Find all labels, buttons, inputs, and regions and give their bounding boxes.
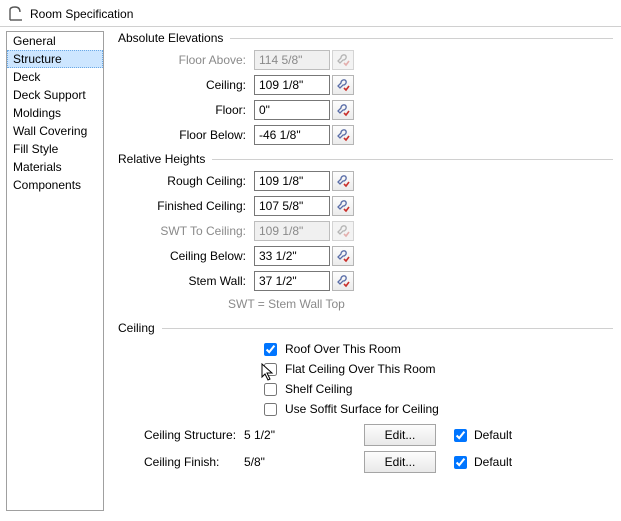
row-swt-to-ceiling: SWT To Ceiling: — [146, 220, 613, 242]
label-default-finish: Default — [474, 455, 512, 469]
window-title: Room Specification — [30, 7, 133, 21]
value-ceiling-finish: 5/8" — [244, 455, 332, 469]
input-finished-ceiling[interactable] — [254, 196, 330, 216]
row-ceiling-structure: Ceiling Structure: 5 1/2" Edit... Defaul… — [118, 423, 613, 447]
input-floor-below[interactable] — [254, 125, 330, 145]
wrench-floor[interactable] — [332, 100, 354, 120]
label-swt-to-ceiling: SWT To Ceiling: — [146, 224, 254, 238]
sidebar-item-deck[interactable]: Deck — [7, 68, 103, 86]
wrench-ceiling-below[interactable] — [332, 246, 354, 266]
label-floor-above: Floor Above: — [146, 53, 254, 67]
wrench-swt-to-ceiling — [332, 221, 354, 241]
group-relative: Relative Heights Rough Ceiling: Finished… — [118, 152, 613, 315]
row-floor-below: Floor Below: — [146, 124, 613, 146]
sidebar-item-deck-support[interactable]: Deck Support — [7, 86, 103, 104]
label-flat-ceiling: Flat Ceiling Over This Room — [285, 362, 436, 376]
check-shelf-ceiling[interactable]: Shelf Ceiling — [264, 379, 613, 399]
sidebar-item-components[interactable]: Components — [7, 176, 103, 194]
wrench-stem-wall[interactable] — [332, 271, 354, 291]
label-default-structure: Default — [474, 428, 512, 442]
row-ceiling-below: Ceiling Below: — [146, 245, 613, 267]
door-icon — [8, 6, 24, 22]
wrench-rough-ceiling[interactable] — [332, 171, 354, 191]
checkbox-flat-ceiling[interactable] — [264, 363, 277, 376]
check-roof-over[interactable]: Roof Over This Room — [264, 339, 613, 359]
label-rough-ceiling: Rough Ceiling: — [146, 174, 254, 188]
sidebar-item-moldings[interactable]: Moldings — [7, 104, 103, 122]
input-stem-wall[interactable] — [254, 271, 330, 291]
checkbox-default-structure[interactable] — [454, 429, 467, 442]
input-ceiling-below[interactable] — [254, 246, 330, 266]
label-shelf-ceiling: Shelf Ceiling — [285, 382, 352, 396]
row-ceiling-finish: Ceiling Finish: 5/8" Edit... Default — [118, 450, 613, 474]
checkbox-soffit[interactable] — [264, 403, 277, 416]
label-ceiling-below: Ceiling Below: — [146, 249, 254, 263]
wrench-floor-above — [332, 50, 354, 70]
row-stem-wall: Stem Wall: — [146, 270, 613, 292]
row-floor-above: Floor Above: — [146, 49, 613, 71]
sidebar: General Structure Deck Deck Support Mold… — [6, 31, 104, 511]
input-ceiling[interactable] — [254, 75, 330, 95]
edit-ceiling-structure[interactable]: Edit... — [364, 424, 436, 446]
titlebar: Room Specification — [0, 0, 621, 26]
input-floor-above — [254, 50, 330, 70]
row-ceiling: Ceiling: — [146, 74, 613, 96]
label-finished-ceiling: Finished Ceiling: — [146, 199, 254, 213]
row-rough-ceiling: Rough Ceiling: — [146, 170, 613, 192]
checkbox-default-finish[interactable] — [454, 456, 467, 469]
label-stem-wall: Stem Wall: — [146, 274, 254, 288]
sidebar-item-wall-covering[interactable]: Wall Covering — [7, 122, 103, 140]
swt-note: SWT = Stem Wall Top — [228, 295, 613, 315]
row-floor: Floor: — [146, 99, 613, 121]
sidebar-item-fill-style[interactable]: Fill Style — [7, 140, 103, 158]
group-ceiling: Ceiling Roof Over This Room Flat Ceiling… — [118, 321, 613, 474]
label-floor: Floor: — [146, 103, 254, 117]
group-title-relative: Relative Heights — [118, 152, 613, 166]
label-ceiling: Ceiling: — [146, 78, 254, 92]
sidebar-item-general[interactable]: General — [7, 32, 103, 50]
label-ceiling-structure: Ceiling Structure: — [118, 428, 244, 442]
wrench-finished-ceiling[interactable] — [332, 196, 354, 216]
input-rough-ceiling[interactable] — [254, 171, 330, 191]
input-floor[interactable] — [254, 100, 330, 120]
label-roof-over: Roof Over This Room — [285, 342, 401, 356]
value-ceiling-structure: 5 1/2" — [244, 428, 332, 442]
wrench-ceiling[interactable] — [332, 75, 354, 95]
group-title-absolute: Absolute Elevations — [118, 31, 613, 45]
label-soffit: Use Soffit Surface for Ceiling — [285, 402, 439, 416]
sidebar-item-materials[interactable]: Materials — [7, 158, 103, 176]
row-finished-ceiling: Finished Ceiling: — [146, 195, 613, 217]
label-ceiling-finish: Ceiling Finish: — [118, 455, 244, 469]
sidebar-item-structure[interactable]: Structure — [7, 50, 103, 68]
checkbox-roof-over[interactable] — [264, 343, 277, 356]
input-swt-to-ceiling — [254, 221, 330, 241]
group-absolute: Absolute Elevations Floor Above: Ceiling… — [118, 31, 613, 146]
check-soffit[interactable]: Use Soffit Surface for Ceiling — [264, 399, 613, 419]
group-title-ceiling: Ceiling — [118, 321, 613, 335]
check-flat-ceiling[interactable]: Flat Ceiling Over This Room — [264, 359, 613, 379]
wrench-floor-below[interactable] — [332, 125, 354, 145]
checkbox-shelf-ceiling[interactable] — [264, 383, 277, 396]
label-floor-below: Floor Below: — [146, 128, 254, 142]
edit-ceiling-finish[interactable]: Edit... — [364, 451, 436, 473]
main-panel: Absolute Elevations Floor Above: Ceiling… — [104, 27, 621, 515]
